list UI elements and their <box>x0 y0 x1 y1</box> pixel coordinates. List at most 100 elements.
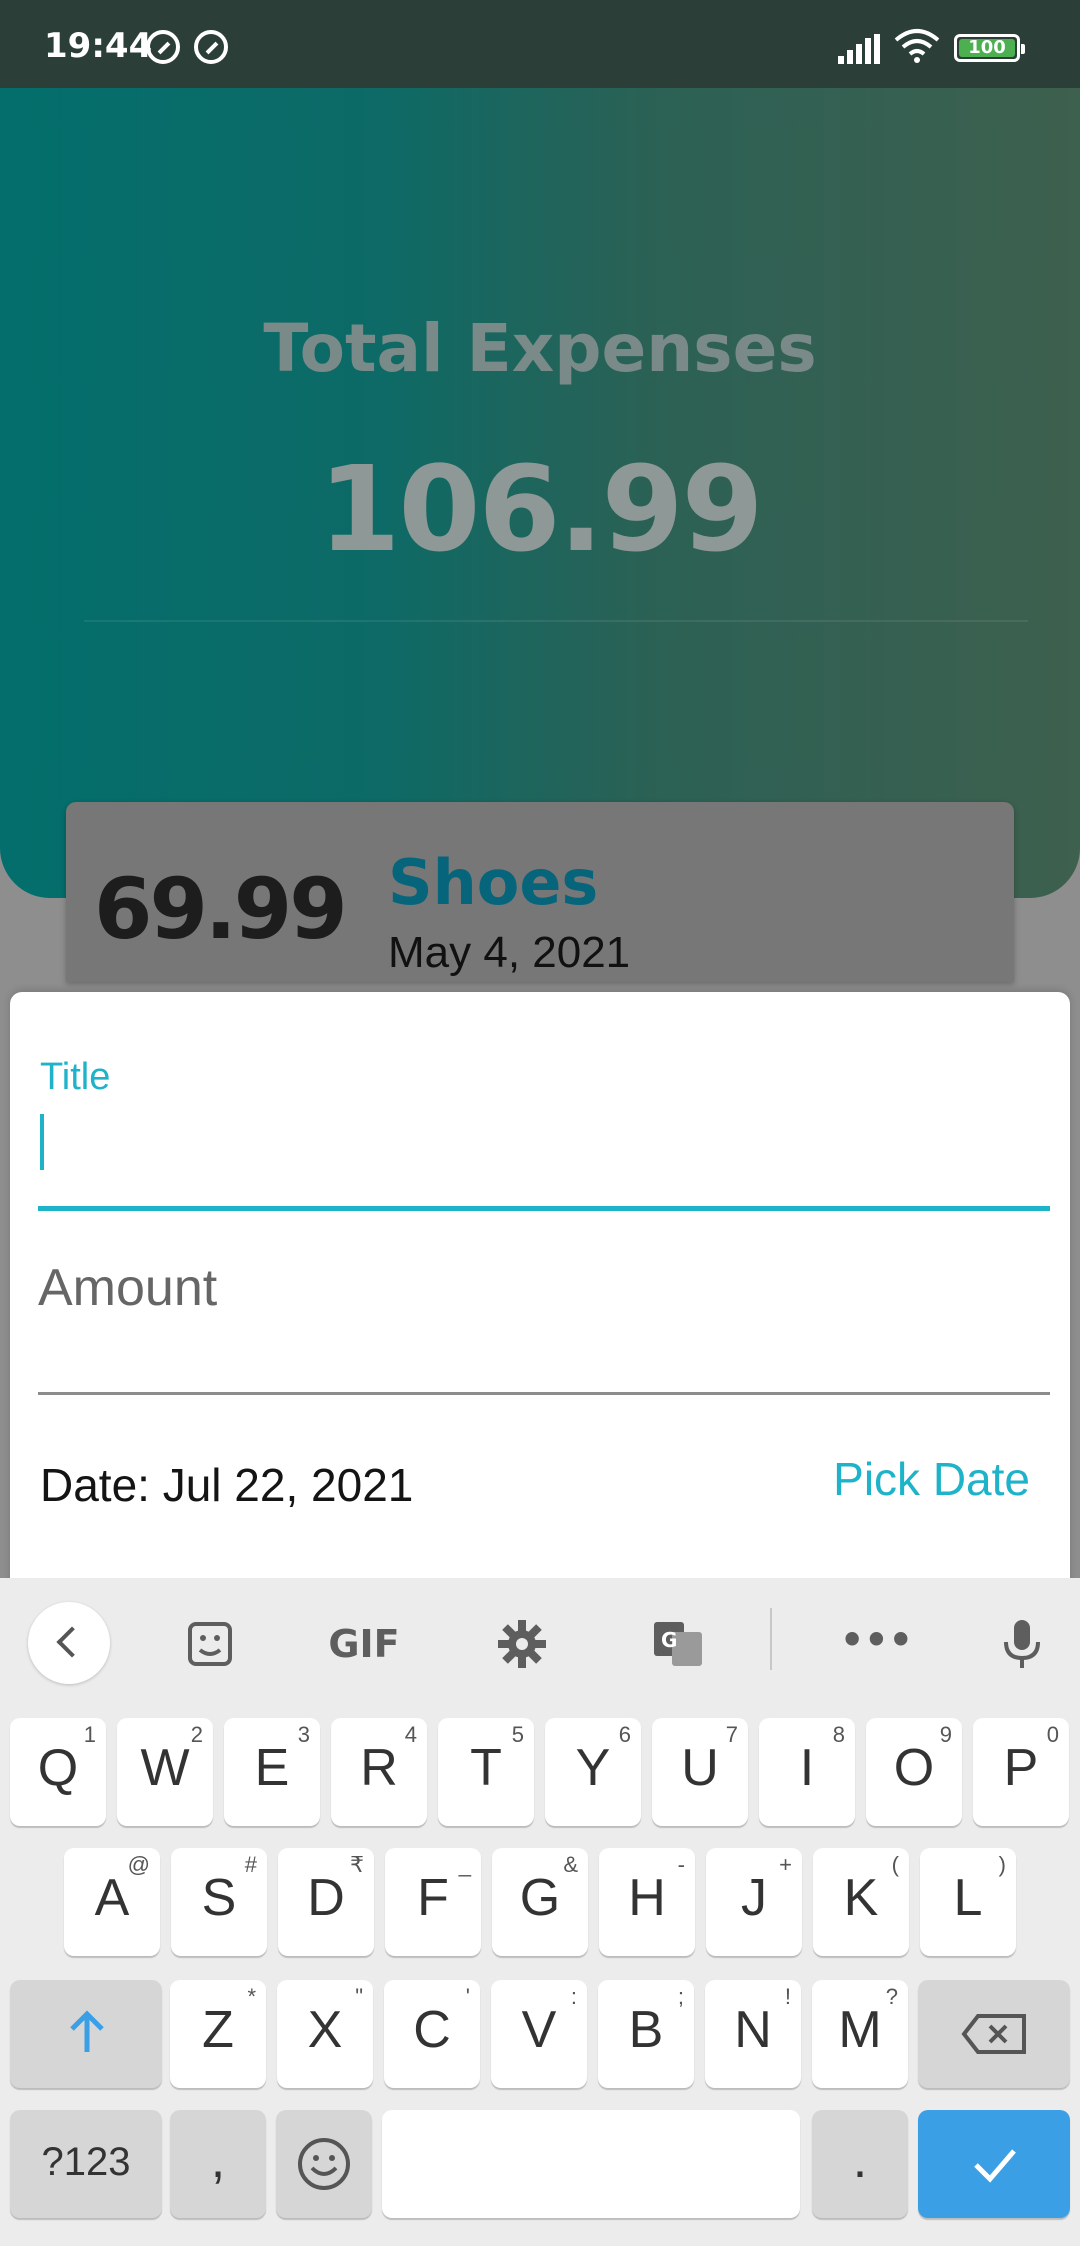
soft-keyboard: GIF G ••• Q 1 W 2 E 3 R 4 T 5 Y 6 U 7 I … <box>0 1578 1080 2246</box>
backspace-icon <box>961 2014 1026 2054</box>
key-v[interactable]: V: <box>491 1980 587 2088</box>
key-hint: & <box>563 1852 578 1877</box>
screen: 19:44 100 Total Expenses 106.99 69.99 Sh… <box>0 0 1080 2246</box>
key-g[interactable]: G & <box>492 1848 588 1956</box>
key-hint: 1 <box>83 1722 96 1747</box>
new-expense-sheet: Title Date: Jul 22, 2021 Pick Date <box>10 992 1070 1592</box>
symbols-key[interactable]: ?123 <box>10 2110 162 2218</box>
emoji-key[interactable] <box>276 2110 372 2218</box>
gif-button[interactable]: GIF <box>322 1618 406 1670</box>
key-i[interactable]: I8 <box>759 1718 855 1826</box>
shift-arrow-icon <box>70 2010 104 2052</box>
expense-title: Shoes <box>388 846 599 919</box>
key-hint: ) <box>998 1852 1006 1877</box>
key-hint: 2 <box>190 1722 203 1747</box>
key-hint: * <box>247 1984 256 2009</box>
key-hint: ' <box>465 1984 470 2009</box>
check-icon <box>974 2149 1016 2183</box>
key-u[interactable]: U7 <box>652 1718 748 1826</box>
space-key[interactable] <box>382 2110 800 2218</box>
enter-key[interactable] <box>918 2110 1070 2218</box>
key-k[interactable]: K( <box>813 1848 909 1956</box>
key-z[interactable]: Z * <box>170 1980 266 2088</box>
expense-amount: 69.99 <box>94 860 348 958</box>
battery-level: 100 <box>959 39 1015 57</box>
battery-icon: 100 <box>954 34 1025 62</box>
key-hint: ; <box>677 1984 684 2009</box>
signal-icon <box>838 34 882 64</box>
header-divider <box>84 620 1028 622</box>
toolbar-divider <box>770 1608 772 1670</box>
key-hint: 0 <box>1046 1722 1059 1747</box>
key-t[interactable]: T5 <box>438 1718 534 1826</box>
expense-date: May 4, 2021 <box>388 928 631 977</box>
key-hint: ! <box>784 1984 791 2009</box>
amount-field[interactable] <box>38 1238 1050 1338</box>
key-y[interactable]: Y6 <box>545 1718 641 1826</box>
key-hint: ( <box>891 1852 899 1877</box>
key-m[interactable]: M? <box>812 1980 908 2088</box>
selected-date: Date: Jul 22, 2021 <box>40 1459 414 1511</box>
shift-key[interactable] <box>10 1980 162 2088</box>
key-x[interactable]: X " <box>277 1980 373 2088</box>
translate-icon[interactable]: G <box>652 1618 704 1670</box>
key-w[interactable]: W2 <box>117 1718 213 1826</box>
key-s[interactable]: S # <box>171 1848 267 1956</box>
key-hint: ₹ <box>350 1852 364 1877</box>
notification-icon <box>146 30 180 64</box>
gear-icon[interactable] <box>496 1618 548 1670</box>
svg-text:G: G <box>661 1628 677 1652</box>
total-amount: 106.99 <box>318 440 763 578</box>
key-hint: 9 <box>939 1722 952 1747</box>
key-hint: _ <box>458 1852 471 1877</box>
comma-key[interactable]: , <box>170 2110 266 2218</box>
key-l[interactable]: L) <box>920 1848 1016 1956</box>
key-o[interactable]: O9 <box>866 1718 962 1826</box>
key-hint: 8 <box>832 1722 845 1747</box>
notification-icon <box>194 30 228 64</box>
key-b[interactable]: B; <box>598 1980 694 2088</box>
key-hint: 3 <box>297 1722 310 1747</box>
title-field[interactable] <box>38 1100 1050 1200</box>
expense-card[interactable]: 69.99 Shoes May 4, 2021 <box>66 802 1014 982</box>
emoji-icon <box>298 2138 350 2190</box>
sticker-icon[interactable] <box>184 1618 236 1670</box>
header-title: Total Expenses <box>263 310 817 387</box>
key-hint: # <box>244 1852 257 1877</box>
expenses-header: Total Expenses 106.99 <box>0 88 1080 898</box>
key-c[interactable]: C ' <box>384 1980 480 2088</box>
key-e[interactable]: E3 <box>224 1718 320 1826</box>
key-p[interactable]: P0 <box>973 1718 1069 1826</box>
keyboard-toolbar: GIF G ••• <box>0 1578 1080 1702</box>
backspace-key[interactable] <box>918 1980 1070 2088</box>
key-f[interactable]: F _ <box>385 1848 481 1956</box>
title-field-underline <box>38 1206 1050 1211</box>
amount-field-underline <box>38 1392 1050 1395</box>
key-hint: 4 <box>404 1722 417 1747</box>
pick-date-button[interactable]: Pick Date <box>833 1452 1030 1506</box>
key-q[interactable]: Q1 <box>10 1718 106 1826</box>
key-j[interactable]: J + <box>706 1848 802 1956</box>
status-time: 19:44 <box>44 26 153 66</box>
wifi-icon <box>894 29 940 63</box>
key-r[interactable]: R4 <box>331 1718 427 1826</box>
key-n[interactable]: N! <box>705 1980 801 2088</box>
key-hint: ? <box>885 1984 898 2009</box>
key-hint: : <box>570 1984 577 2009</box>
chevron-left-icon[interactable] <box>28 1602 110 1684</box>
key-hint: " <box>355 1984 363 2009</box>
key-hint: @ <box>127 1852 150 1877</box>
key-hint: - <box>677 1852 685 1877</box>
key-hint: 6 <box>618 1722 631 1747</box>
key-hint: + <box>779 1852 792 1877</box>
microphone-icon[interactable] <box>996 1618 1048 1670</box>
key-a[interactable]: A @ <box>64 1848 160 1956</box>
key-d[interactable]: D ₹ <box>278 1848 374 1956</box>
text-cursor <box>40 1114 44 1170</box>
key-h[interactable]: H- <box>599 1848 695 1956</box>
key-hint: 5 <box>511 1722 524 1747</box>
status-bar: 19:44 100 <box>0 0 1080 90</box>
period-key[interactable]: . <box>812 2110 908 2218</box>
more-icon[interactable]: ••• <box>840 1618 913 1670</box>
key-hint: 7 <box>725 1722 738 1747</box>
